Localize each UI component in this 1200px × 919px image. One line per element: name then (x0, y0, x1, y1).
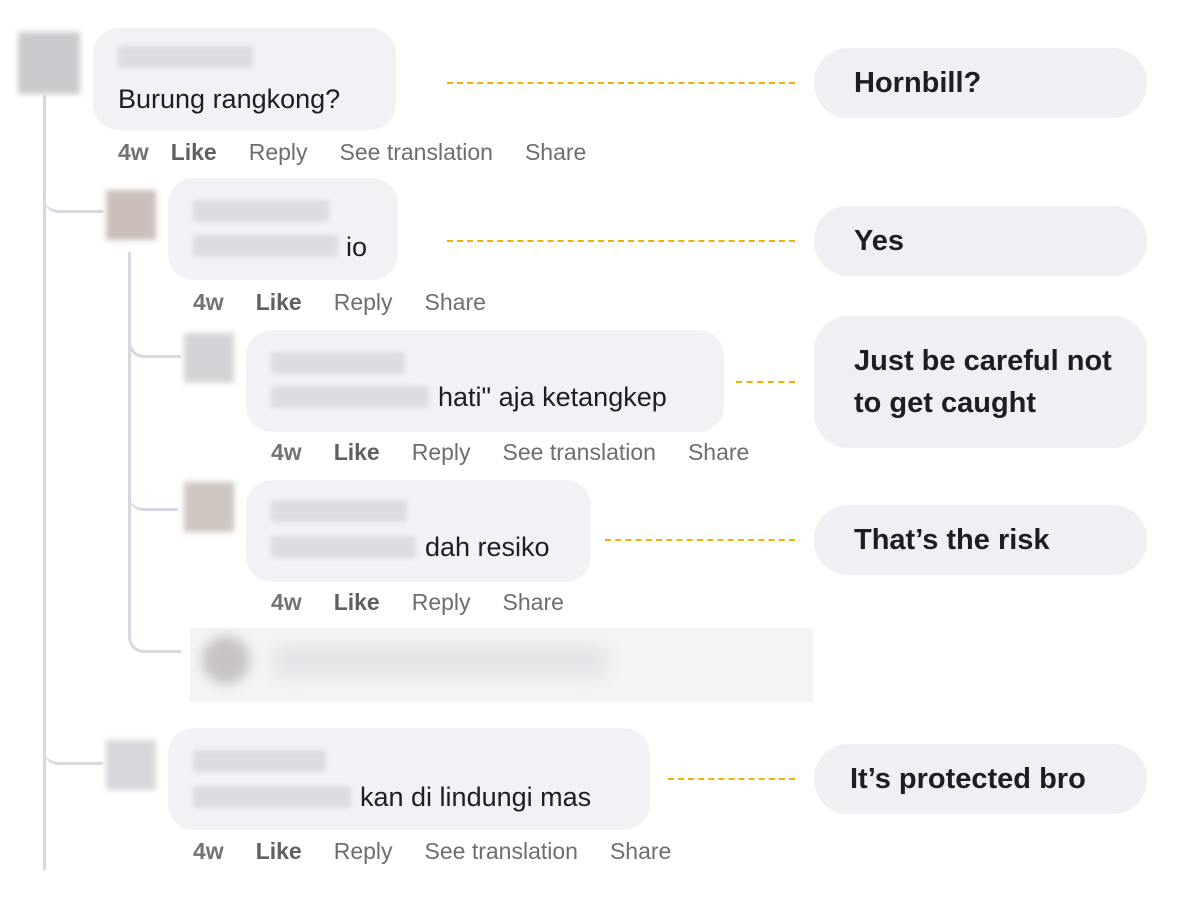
translation-text: Yes (854, 225, 904, 257)
connector-line (668, 778, 795, 780)
like-link[interactable]: Like (334, 589, 380, 616)
reply-link[interactable]: Reply (334, 289, 393, 316)
redacted-author-name (271, 352, 405, 374)
redacted-mention (271, 536, 416, 558)
timestamp[interactable]: 4w (118, 139, 149, 166)
reply-link[interactable]: Reply (412, 439, 471, 466)
translation-text: It’s protected bro (850, 763, 1086, 795)
translation-text: Hornbill? (854, 67, 982, 99)
thread-branch (43, 180, 103, 213)
comment-text: Burung rangkong? (118, 84, 341, 114)
connector-line (736, 381, 795, 383)
timestamp[interactable]: 4w (271, 589, 302, 616)
translation-bubble: That’s the risk (814, 505, 1147, 575)
comment-bubble (246, 480, 591, 582)
translation-text: Just be careful not to get caught (854, 345, 1112, 419)
connector-line (605, 539, 795, 541)
see-translation-link[interactable]: See translation (425, 838, 578, 865)
avatar[interactable] (18, 32, 80, 94)
reply-link[interactable]: Reply (412, 589, 471, 616)
comment-actions: 4w Like Reply Share (271, 589, 564, 616)
comment-text: kan di lindungi mas (360, 782, 592, 812)
comment-actions: 4w Like Reply See translation Share (118, 139, 586, 166)
avatar[interactable] (106, 190, 156, 240)
like-link[interactable]: Like (171, 139, 217, 166)
reply-link[interactable]: Reply (249, 139, 308, 166)
thread-branch (43, 732, 103, 765)
comment-bubble (168, 728, 650, 830)
comment-actions: 4w Like Reply See translation Share (193, 838, 671, 865)
like-link[interactable]: Like (256, 289, 302, 316)
see-translation-link[interactable]: See translation (340, 139, 493, 166)
translation-bubble: It’s protected bro (814, 744, 1147, 814)
translation-bubble: Yes (814, 206, 1147, 276)
share-link[interactable]: Share (425, 289, 486, 316)
connector-line (447, 82, 795, 84)
redacted-author-name (193, 200, 329, 222)
comment-bubble (168, 178, 398, 280)
share-link[interactable]: Share (688, 439, 749, 466)
comment-actions: 4w Like Reply See translation Share (271, 439, 749, 466)
timestamp[interactable]: 4w (271, 439, 302, 466)
connector-line (447, 240, 795, 242)
like-link[interactable]: Like (256, 838, 302, 865)
comment-text: hati" aja ketangkep (438, 382, 667, 412)
timestamp[interactable]: 4w (193, 838, 224, 865)
thread-line-nested (128, 252, 131, 637)
like-link[interactable]: Like (334, 439, 380, 466)
translation-bubble: Hornbill? (814, 48, 1147, 118)
comment-text: io (346, 232, 368, 262)
avatar[interactable] (184, 333, 234, 383)
redacted-author-name (193, 750, 326, 772)
avatar[interactable] (106, 740, 156, 790)
comment-bubble (246, 330, 724, 432)
reply-link[interactable]: Reply (334, 838, 393, 865)
thread-branch (128, 325, 181, 358)
avatar (202, 636, 250, 684)
blurred-hidden-comment (190, 628, 813, 702)
see-translation-link[interactable]: See translation (503, 439, 656, 466)
share-link[interactable]: Share (503, 589, 564, 616)
timestamp[interactable]: 4w (193, 289, 224, 316)
share-link[interactable]: Share (610, 838, 671, 865)
redacted-mention (193, 786, 351, 808)
redacted-mention (271, 386, 429, 408)
comment-text: dah resiko (425, 532, 550, 562)
redacted-mention (193, 235, 338, 257)
comment-actions: 4w Like Reply Share (193, 289, 486, 316)
thread-branch (128, 620, 181, 653)
redacted-author-name (118, 46, 253, 68)
translation-bubble: Just be careful not to get caught (814, 316, 1147, 448)
share-link[interactable]: Share (525, 139, 586, 166)
redacted-author-name (271, 500, 407, 522)
avatar[interactable] (184, 482, 234, 532)
blurred-text (270, 644, 610, 678)
thread-branch (128, 478, 178, 511)
translation-text: That’s the risk (854, 524, 1050, 556)
